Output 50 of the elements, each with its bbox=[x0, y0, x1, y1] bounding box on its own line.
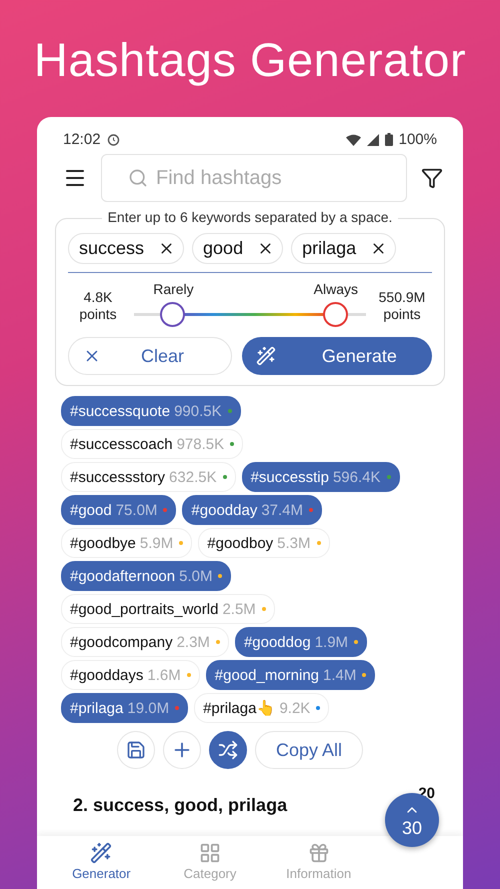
save-button[interactable] bbox=[116, 731, 155, 769]
slider-thumb[interactable] bbox=[160, 302, 186, 327]
hashtag-chip[interactable]: #goodcompany 2.3M bbox=[61, 627, 229, 657]
slider-thumb[interactable] bbox=[322, 302, 348, 327]
filter-icon[interactable] bbox=[421, 167, 443, 189]
popularity-slider[interactable]: Rarely Always bbox=[134, 281, 366, 331]
hashtag-chip[interactable]: #good 75.0M bbox=[61, 495, 176, 525]
keyword-chip[interactable]: good bbox=[192, 233, 284, 264]
hashtag-chip[interactable]: #goodboy 5.3M bbox=[198, 528, 330, 558]
rarely-label: Rarely bbox=[153, 281, 194, 297]
hashtag-chip[interactable]: #good_portraits_world 2.5M bbox=[61, 594, 275, 624]
hashtag-chip[interactable]: #successcoach 978.5K bbox=[61, 429, 244, 459]
battery-percent: 100% bbox=[398, 131, 437, 148]
hashtag-chip[interactable]: #gooddog 1.9M bbox=[234, 627, 368, 657]
grid-icon bbox=[199, 842, 221, 864]
hashtag-chip[interactable]: #good_morning 1.4M bbox=[206, 660, 376, 690]
hashtag-chip[interactable]: #goodday 37.4M bbox=[182, 495, 322, 525]
hashtag-chip[interactable]: #prilaga 19.0M bbox=[61, 693, 188, 723]
hashtag-chip[interactable]: #gooddays 1.6M bbox=[61, 660, 200, 690]
hashtag-chip[interactable]: #successtip 596.4K bbox=[242, 462, 400, 492]
alarm-clock-icon bbox=[106, 133, 120, 146]
gift-icon bbox=[308, 842, 330, 864]
signal-icon bbox=[366, 134, 379, 146]
max-points-label: 550.9M points bbox=[378, 288, 426, 324]
search-icon bbox=[128, 168, 148, 188]
hashtag-chip[interactable]: #goodbye 5.9M bbox=[61, 528, 192, 558]
search-placeholder: Find hashtags bbox=[156, 166, 282, 190]
shuffle-button[interactable] bbox=[208, 731, 247, 769]
headline: Hashtags Generator bbox=[34, 32, 466, 87]
keywords-hint: Enter up to 6 keywords separated by a space. bbox=[102, 209, 398, 225]
hashtag-chip[interactable]: #goodafternoon 5.0M bbox=[61, 561, 232, 591]
always-label: Always bbox=[314, 281, 358, 297]
section-title: 2. success, good, prilaga bbox=[73, 795, 288, 816]
keyword-chip[interactable]: prilaga bbox=[291, 233, 396, 264]
shuffle-icon bbox=[218, 740, 238, 760]
clear-button[interactable]: Clear bbox=[68, 337, 232, 375]
min-points-label: 4.8K points bbox=[78, 288, 118, 324]
hashtag-chip[interactable]: #successquote 990.5K bbox=[61, 396, 241, 426]
magic-wand-icon bbox=[90, 842, 112, 864]
copy-all-button[interactable]: Copy All bbox=[254, 731, 364, 769]
keyword-chip[interactable]: success bbox=[68, 233, 184, 264]
magic-wand-icon bbox=[256, 346, 276, 366]
nav-tab[interactable]: Generator bbox=[57, 842, 146, 881]
status-time: 12:02 bbox=[63, 131, 101, 148]
battery-icon bbox=[384, 133, 393, 146]
hashtag-chip[interactable]: #prilaga👆 9.2K bbox=[194, 693, 330, 723]
add-button[interactable] bbox=[162, 731, 201, 769]
hashtag-chip[interactable]: #successstory 632.5K bbox=[61, 462, 236, 492]
generate-button[interactable]: Generate bbox=[242, 337, 432, 375]
wifi-icon bbox=[346, 134, 361, 146]
